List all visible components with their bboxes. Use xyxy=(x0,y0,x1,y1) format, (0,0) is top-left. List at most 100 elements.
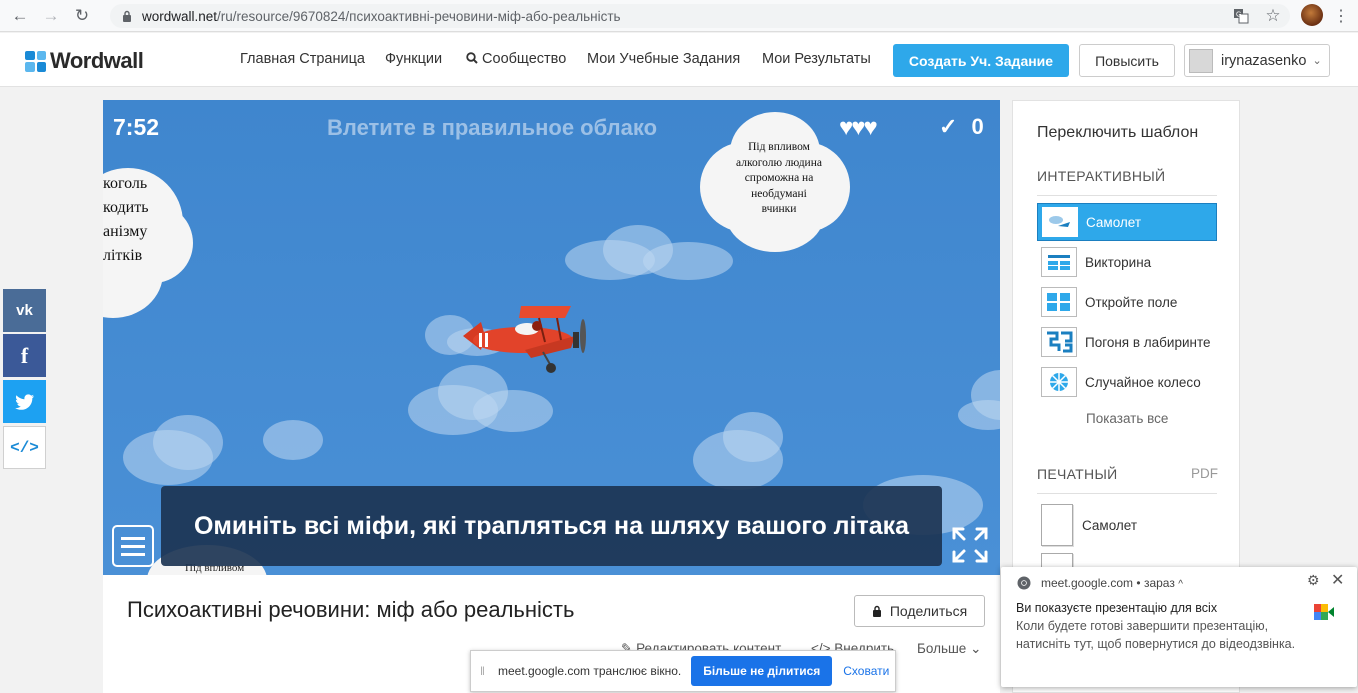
template-label: Погоня в лабиринте xyxy=(1085,334,1211,350)
nav-home[interactable]: Главная Страница xyxy=(240,51,365,67)
stop-sharing-button[interactable]: Більше не ділитися xyxy=(691,656,833,686)
profile-avatar[interactable] xyxy=(1301,4,1323,26)
open-box-thumb-icon xyxy=(1041,287,1077,317)
wheel-thumb-icon xyxy=(1041,367,1077,397)
answer-line: вчинки xyxy=(761,203,797,215)
answer-line: необдумані xyxy=(751,187,807,200)
more-menu[interactable]: Больше ⌄ xyxy=(917,641,981,657)
logo-text: Wordwall xyxy=(50,48,144,73)
url-host: wordwall.net xyxy=(142,8,218,24)
search-icon xyxy=(466,52,478,64)
translate-icon[interactable]: G xyxy=(1230,5,1252,27)
facebook-share-button[interactable]: f xyxy=(3,334,46,377)
background-cloud xyxy=(958,400,1000,430)
chevron-down-icon: ⌄ xyxy=(1312,55,1322,67)
score-value: 0 xyxy=(971,114,984,139)
site-header: Wordwall Главная Страница Функции Сообще… xyxy=(0,33,1358,87)
template-random-wheel[interactable]: Случайное колесо xyxy=(1037,363,1217,401)
nav-my-activities[interactable]: Мои Учебные Задания xyxy=(587,51,740,67)
wordwall-logo[interactable]: Wordwall xyxy=(25,48,144,74)
drag-handle-icon[interactable]: ‖ xyxy=(480,664,486,678)
google-meet-icon xyxy=(1314,604,1334,620)
address-bar[interactable]: wordwall.net/ru/resource/9670824/психоак… xyxy=(110,4,1290,28)
upgrade-button[interactable]: Повысить xyxy=(1079,44,1175,77)
template-label: Самолет xyxy=(1086,214,1142,230)
user-avatar xyxy=(1189,48,1213,73)
nav-features[interactable]: Функции xyxy=(385,51,442,67)
notification-time: зараз xyxy=(1143,576,1175,590)
user-menu-button[interactable]: irynazasenko ⌄ xyxy=(1184,44,1330,77)
browser-toolbar: ← → ↻ wordwall.net/ru/resource/9670824/п… xyxy=(0,0,1358,32)
template-open-box[interactable]: Откройте поле xyxy=(1037,283,1217,321)
logo-mark-icon xyxy=(25,50,46,72)
settings-gear-icon[interactable]: ⚙ xyxy=(1307,572,1320,589)
template-label: Откройте поле xyxy=(1085,294,1178,310)
game-canvas[interactable]: 7:52 Влетите в правильное облако ♥♥♥ ✓ 0… xyxy=(103,100,1000,575)
answer-line: коголь xyxy=(103,175,148,192)
create-activity-button[interactable]: Создать Уч. Задание xyxy=(893,44,1069,77)
lock-icon xyxy=(120,9,134,23)
answer-line: кодить xyxy=(103,199,149,216)
reload-icon[interactable]: ↻ xyxy=(71,5,93,27)
background-cloud xyxy=(473,390,553,432)
embed-share-button[interactable]: </> xyxy=(3,426,46,469)
answer-line: літків xyxy=(103,247,143,264)
game-menu-button[interactable] xyxy=(112,525,154,567)
template-label: Викторина xyxy=(1085,254,1152,270)
share-button-label: Поделиться xyxy=(889,603,968,619)
nav-community[interactable]: Сообщество xyxy=(466,51,566,67)
answer-line: спроможна на xyxy=(744,172,814,184)
divider xyxy=(1037,195,1217,196)
lock-icon xyxy=(872,605,881,617)
more-label: Больше xyxy=(917,641,967,656)
back-icon[interactable]: ← xyxy=(9,5,31,27)
notification-source: meet.google.com • зараз ^ xyxy=(1041,576,1183,590)
url-path: /ru/resource/9670824/психоактивні-речови… xyxy=(217,8,621,24)
print-template-airplane[interactable]: Самолет xyxy=(1041,504,1137,546)
twitter-icon xyxy=(14,393,34,410)
close-icon[interactable]: ✕ xyxy=(1331,570,1344,590)
url-text: wordwall.net/ru/resource/9670824/психоак… xyxy=(142,9,621,24)
meet-notification[interactable]: meet.google.com • зараз ^ ⚙ ✕ Ви показує… xyxy=(1001,567,1357,687)
sharing-status-text: meet.google.com транслює вікно. xyxy=(498,664,682,678)
vk-share-button[interactable]: vk xyxy=(3,289,46,332)
heart-icon: ♥ xyxy=(863,114,878,141)
game-timer: 7:52 xyxy=(113,114,160,140)
game-caption: Оминіть всі міфи, які трапляться на шлях… xyxy=(161,486,942,566)
background-cloud xyxy=(153,415,223,470)
forward-icon[interactable]: → xyxy=(40,5,62,27)
vk-icon: vk xyxy=(16,302,33,319)
caption-text: Оминіть всі міфи, які трапляться на шлях… xyxy=(193,511,910,540)
game-instruction: Влетите в правильное облако xyxy=(327,115,658,140)
answer-line: алкоголю людина xyxy=(736,156,822,169)
share-button[interactable]: Поделиться xyxy=(854,595,985,627)
print-item-label: Самолет xyxy=(1082,517,1138,533)
fullscreen-icon[interactable] xyxy=(951,526,989,564)
chrome-icon xyxy=(1017,576,1031,590)
bookmark-star-icon[interactable]: ☆ xyxy=(1262,5,1284,27)
activity-title: Психоактивні речовини: міф або реальніст… xyxy=(127,597,575,622)
plane-thumb-icon xyxy=(1042,207,1078,237)
show-all-link[interactable]: Показать все xyxy=(1086,411,1168,426)
template-quiz[interactable]: Викторина xyxy=(1037,243,1217,281)
answer-line: анізму xyxy=(103,223,148,240)
nav-my-results[interactable]: Мои Результаты xyxy=(762,51,871,67)
template-maze-chase[interactable]: Погоня в лабиринте xyxy=(1037,323,1217,361)
divider xyxy=(1037,493,1217,494)
chevron-up-icon: ^ xyxy=(1178,579,1183,590)
hide-button[interactable]: Сховати xyxy=(843,664,889,678)
background-cloud xyxy=(723,412,783,462)
twitter-share-button[interactable] xyxy=(3,380,46,423)
notification-host: meet.google.com xyxy=(1041,576,1134,590)
interactive-section-label: ИНТЕРАКТИВНЫЙ xyxy=(1037,168,1166,184)
panel-title: Переключить шаблон xyxy=(1037,124,1199,141)
notification-title: Ви показуєте презентацію для всіх xyxy=(1016,601,1218,615)
template-airplane[interactable]: Самолет xyxy=(1037,203,1217,241)
answer-line: Під впливом xyxy=(748,141,810,153)
nav-community-label: Сообщество xyxy=(482,51,567,67)
screen-share-bar: ‖ meet.google.com транслює вікно. Більше… xyxy=(470,650,896,692)
score-display: ✓ 0 xyxy=(939,114,984,140)
checkmark-icon: ✓ xyxy=(939,114,958,139)
browser-menu-icon[interactable]: ⋮ xyxy=(1333,6,1349,26)
maze-thumb-icon xyxy=(1041,327,1077,357)
